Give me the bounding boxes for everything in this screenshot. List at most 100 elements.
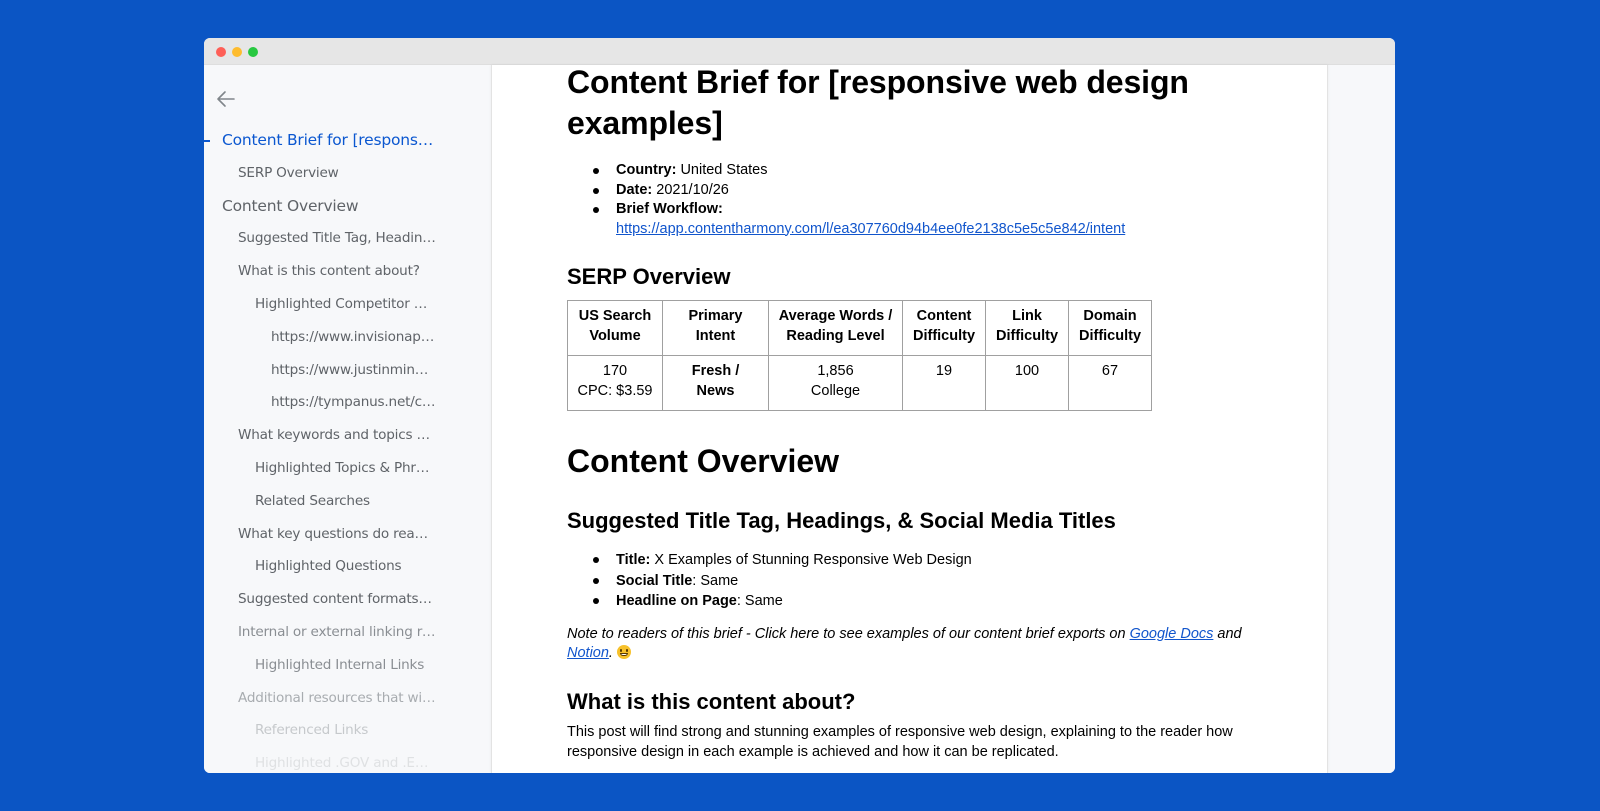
header-link-difficulty: Link Difficulty: [985, 300, 1069, 356]
outline-item-label: https://www.invisionapp.com/...: [271, 328, 436, 345]
meta-date-label: Date:: [616, 181, 653, 198]
grinning-face-icon: [616, 645, 631, 659]
outline-item-invisionapp-link[interactable]: https://www.invisionapp.com/...: [204, 321, 436, 354]
google-docs-link[interactable]: Google Docs: [1130, 626, 1214, 642]
title-value: X Examples of Stunning Responsive Web De…: [650, 552, 972, 568]
outline-item-label: https://tympanus.net/codrops/...: [271, 394, 436, 411]
outline-item-label: Suggested content formats or media: [238, 591, 436, 608]
title-bar: [204, 38, 1395, 65]
content-about-heading: What is this content about?: [567, 688, 856, 714]
workflow-link[interactable]: https://app.contentharmony.com/l/ea30776…: [616, 221, 1125, 237]
outline-item-label: Highlighted .GOV and .EDU Links: [255, 755, 436, 772]
active-indicator: [204, 140, 210, 142]
content-overview-heading: Content Overview: [567, 443, 840, 479]
outline-item-content-formats[interactable]: Suggested content formats or media: [204, 583, 436, 616]
meta-date-value: 2021/10/26: [652, 181, 729, 198]
outline-item-serp-overview[interactable]: SERP Overview: [204, 157, 436, 190]
notion-link[interactable]: Notion: [567, 645, 609, 661]
outline-item-content-brief[interactable]: Content Brief for [responsive web design…: [204, 124, 434, 157]
app-window: Content Brief for [responsive web design…: [204, 38, 1395, 773]
back-button[interactable]: [214, 87, 238, 111]
outline-item-highlighted-internal-links[interactable]: Highlighted Internal Links: [204, 649, 436, 682]
table-row: 170 CPC: $3.59 Fresh / News 1,856 College 1…: [567, 355, 1152, 411]
meta-country: Country: United States: [593, 161, 1247, 181]
social-title-label: Social Title: [616, 572, 693, 589]
search-volume-value: 170: [602, 363, 628, 379]
outline-item-referenced-links[interactable]: Referenced Links: [204, 714, 436, 747]
outline-item-label: Highlighted Internal Links: [255, 656, 425, 673]
outline-item-label: Highlighted Topics & Phrases: [255, 459, 436, 476]
outline-item-additional-resources[interactable]: Additional resources that will help: [204, 682, 436, 715]
suggested-titles-list: Title: X Examples of Stunning Responsive…: [567, 550, 1247, 612]
maximize-window-button[interactable]: [248, 47, 258, 57]
close-window-button[interactable]: [216, 47, 226, 57]
outline-item-label: Related Searches: [255, 492, 370, 509]
outline-item-highlighted-competitor-headings[interactable]: Highlighted Competitor Headings: [204, 288, 436, 321]
outline-item-label: SERP Overview: [238, 164, 339, 181]
meta-country-label: Country:: [616, 162, 677, 178]
headline-label: Headline on Page: [616, 593, 737, 609]
meta-workflow: Brief Workflow: https://app.contentharmon…: [593, 200, 1247, 239]
document-content: Content Brief for [responsive web design…: [567, 65, 1247, 762]
outline-item-content-overview[interactable]: Content Overview: [204, 190, 434, 223]
serp-overview-heading: SERP Overview: [567, 264, 731, 289]
content-about-body: This post will find strong and stunning …: [567, 723, 1233, 760]
words-value: 1,856: [817, 363, 854, 379]
outline-item-key-questions[interactable]: What key questions do readers have?: [204, 518, 436, 551]
title-label: Title:: [616, 552, 651, 568]
intent-line1: Fresh /: [691, 363, 740, 379]
serp-overview-table: US Search Volume Primary Intent Average …: [567, 300, 1152, 411]
document-area: Content Brief for [responsive web design…: [488, 65, 1395, 773]
header-domain-difficulty: Domain Difficulty: [1068, 300, 1152, 356]
outline-item-label: What is this content about?: [238, 263, 420, 280]
outline-item-label: Internal or external linking recommendat…: [238, 623, 436, 640]
arrow-left-icon: [217, 91, 235, 107]
outline-item-label: Content Overview: [222, 196, 359, 215]
outline-item-label: What keywords and topics are important?: [238, 427, 436, 444]
cpc-value: CPC: $3.59: [577, 383, 653, 399]
cell-search-volume: 170 CPC: $3.59: [567, 355, 663, 411]
outline-list: Content Brief for [responsive web design…: [204, 124, 488, 773]
outline-item-keywords-topics[interactable]: What keywords and topics are important?: [204, 419, 436, 452]
outline-item-label: Additional resources that will help: [238, 689, 436, 706]
suggested-titles-heading: Suggested Title Tag, Headings, & Social …: [567, 508, 1116, 533]
outline-item-label: What key questions do readers have?: [238, 525, 436, 542]
outline-item-justinmind-link[interactable]: https://www.justinmind.com/...: [204, 354, 436, 387]
header-content-difficulty: Content Difficulty: [902, 300, 986, 356]
cell-average-words: 1,856 College: [768, 355, 903, 411]
note-and: and: [1213, 625, 1242, 642]
outline-item-label: Highlighted Questions: [255, 558, 402, 575]
document-outline-sidebar: Content Brief for [responsive web design…: [204, 65, 488, 773]
cell-content-difficulty: 19: [902, 355, 986, 411]
document-page[interactable]: Content Brief for [responsive web design…: [491, 65, 1328, 773]
table-header-row: US Search Volume Primary Intent Average …: [567, 300, 1152, 356]
readers-note: Note to readers of this brief - Click he…: [567, 625, 1247, 664]
list-item: Title: X Examples of Stunning Responsive…: [593, 550, 1247, 571]
brief-meta-list: Country: United States Date: 2021/10/26 …: [567, 161, 1247, 239]
outline-item-highlighted-topics[interactable]: Highlighted Topics & Phrases: [204, 452, 436, 485]
outline-item-tympanus-link[interactable]: https://tympanus.net/codrops/...: [204, 386, 436, 419]
header-average-words: Average Words / Reading Level: [768, 300, 903, 356]
minimize-window-button[interactable]: [232, 47, 242, 57]
outline-item-related-searches[interactable]: Related Searches: [204, 485, 436, 518]
note-text: Note to readers of this brief - Click he…: [567, 625, 1130, 642]
header-us-search-volume: US Search Volume: [567, 300, 663, 356]
outline-item-label: Referenced Links: [255, 722, 369, 739]
outline-item-what-is-content-about[interactable]: What is this content about?: [204, 255, 436, 288]
outline-item-highlighted-questions[interactable]: Highlighted Questions: [204, 550, 436, 583]
intent-line2: News: [696, 383, 735, 399]
meta-date: Date: 2021/10/26: [593, 181, 1247, 201]
note-after: .: [608, 645, 617, 661]
cell-link-difficulty: 100: [985, 355, 1069, 411]
outline-item-label: Highlighted Competitor Headings: [255, 295, 436, 312]
outline-item-linking-recommendations[interactable]: Internal or external linking recommendat…: [204, 616, 436, 649]
cell-domain-difficulty: 67: [1068, 355, 1152, 411]
outline-item-suggested-title-tag[interactable]: Suggested Title Tag, Headings, & Social …: [204, 222, 436, 255]
outline-item-gov-edu-links[interactable]: Highlighted .GOV and .EDU Links: [204, 747, 436, 773]
reading-level-value: College: [810, 383, 861, 399]
header-primary-intent: Primary Intent: [662, 300, 769, 356]
list-item: Headline on Page: Same: [593, 591, 1247, 612]
cell-primary-intent: Fresh / News: [662, 355, 769, 411]
meta-workflow-label: Brief Workflow:: [616, 201, 723, 217]
outline-item-label: https://www.justinmind.com/...: [271, 361, 436, 378]
